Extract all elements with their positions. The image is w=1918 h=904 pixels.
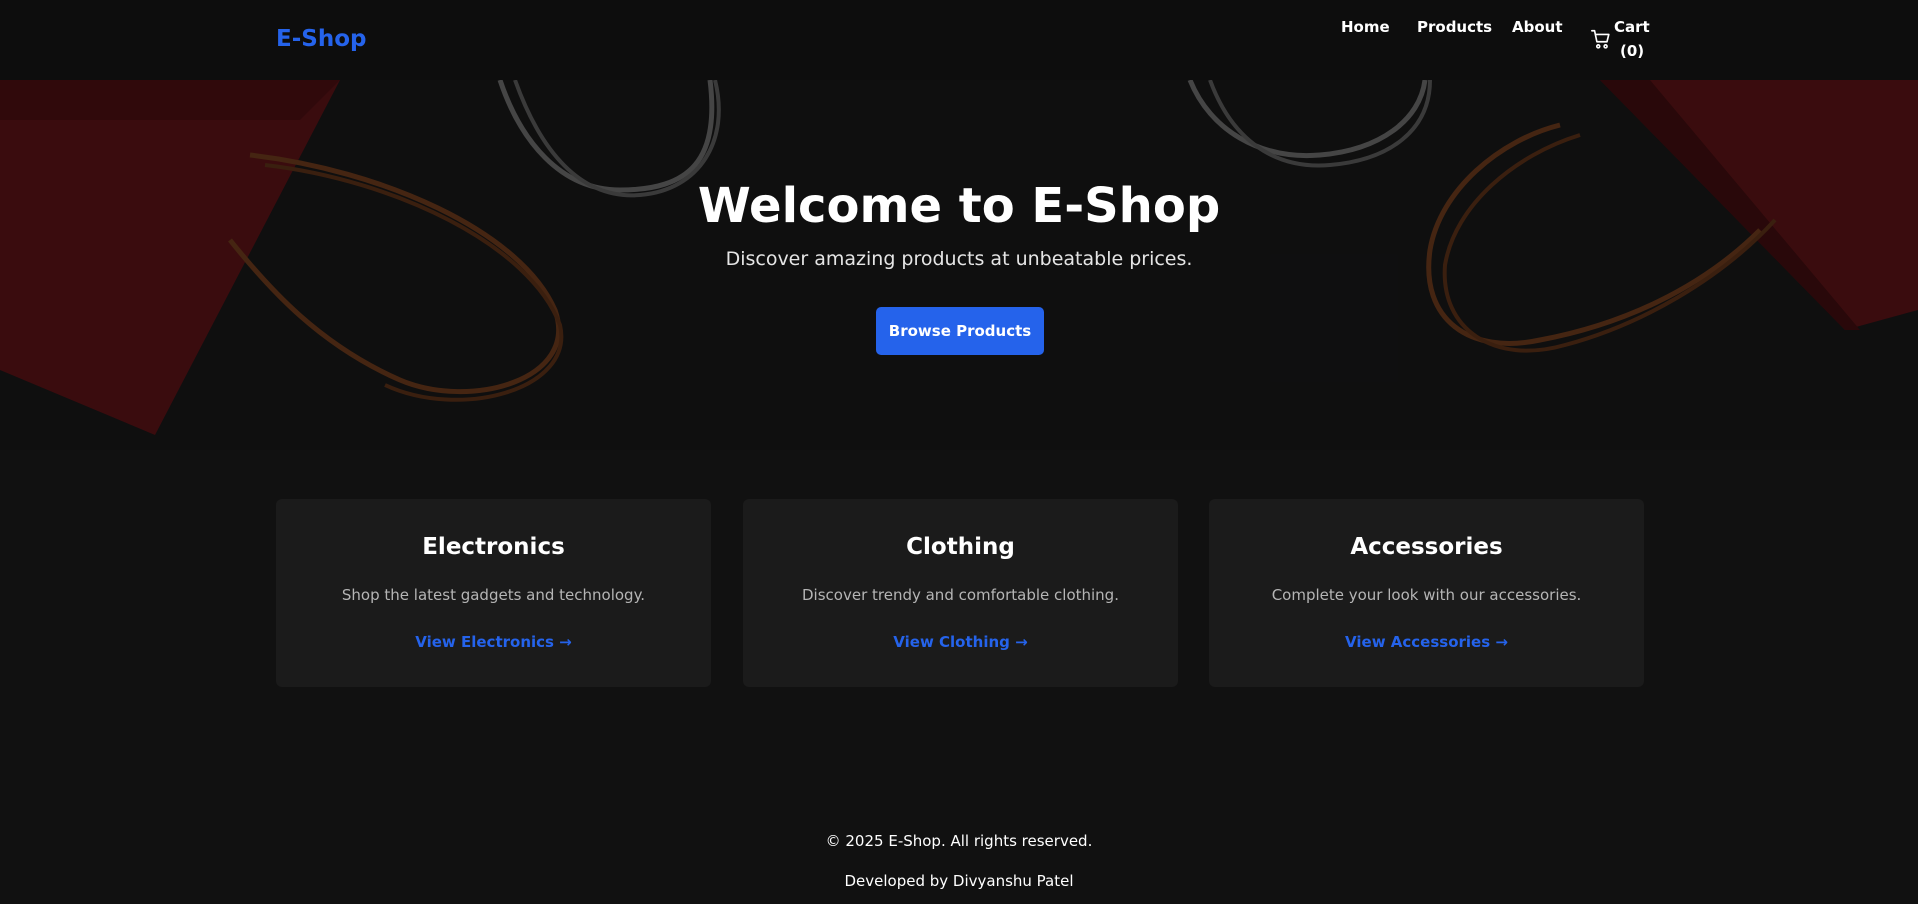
view-electronics-link[interactable]: View Electronics → [276,633,711,651]
hero-section: Welcome to E-Shop Discover amazing produ… [0,80,1918,450]
category-title: Clothing [906,534,1015,560]
category-card-electronics: Electronics Shop the latest gadgets and … [276,499,711,687]
hero-subtitle: Discover amazing products at unbeatable … [725,248,1193,270]
cart-link[interactable]: Cart (0) [1590,18,1650,64]
category-title: Accessories [1350,534,1503,560]
site-header: E-Shop Home Products About Cart (0) [0,0,1918,80]
category-description: Complete your look with our accessories. [1271,586,1582,604]
view-accessories-link[interactable]: View Accessories → [1209,633,1644,651]
category-card-clothing: Clothing Discover trendy and comfortable… [743,499,1178,687]
category-card-accessories: Accessories Complete your look with our … [1209,499,1644,687]
cart-label: Cart [1614,18,1650,36]
footer-copyright: © 2025 E-Shop. All rights reserved. [825,832,1093,850]
logo-link[interactable]: E-Shop [276,26,366,52]
cart-count: (0) [1620,42,1645,60]
cart-icon [1591,29,1610,49]
category-title: Electronics [422,534,565,560]
category-description: Discover trendy and comfortable clothing… [802,586,1119,604]
view-clothing-link[interactable]: View Clothing → [743,633,1178,651]
browse-products-button[interactable]: Browse Products [876,307,1044,355]
nav-about-link[interactable]: About [1512,18,1563,48]
hero-title: Welcome to E-Shop [697,178,1221,234]
footer-developer-credit: Developed by Divyanshu Patel [844,872,1074,890]
nav-home-link[interactable]: Home [1341,18,1390,48]
category-description: Shop the latest gadgets and technology. [341,586,646,604]
nav-products-link[interactable]: Products [1417,18,1492,48]
